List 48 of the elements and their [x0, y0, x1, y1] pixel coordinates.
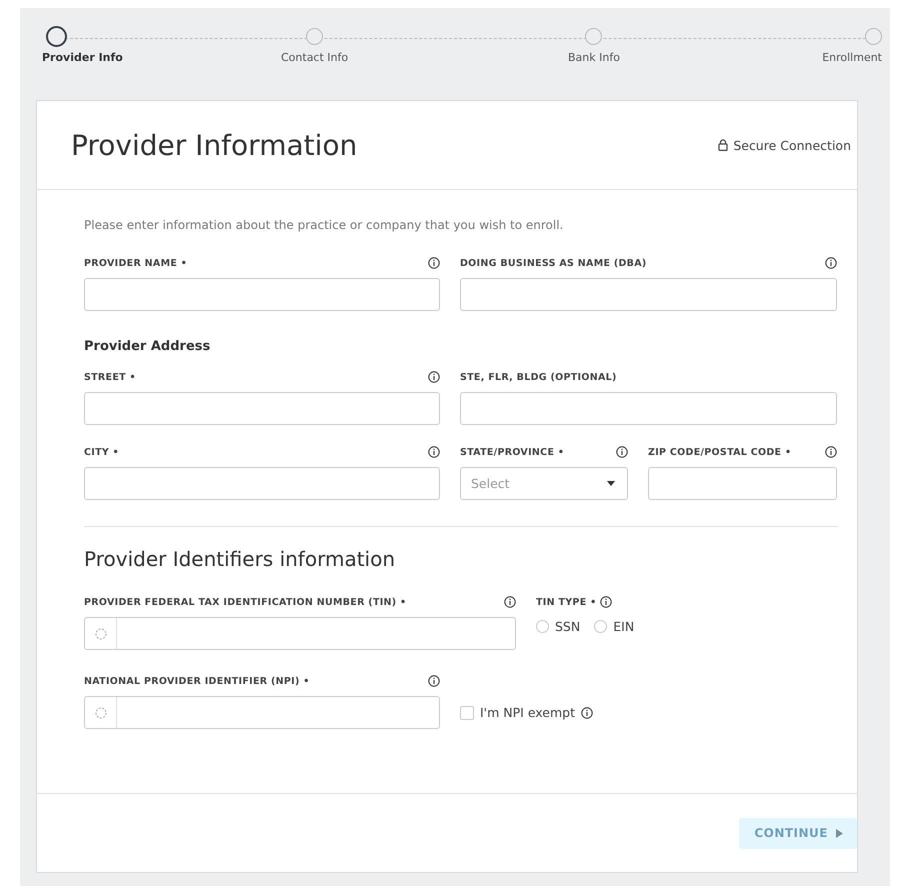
field-label: PROVIDER NAME • [84, 258, 188, 268]
intro-text: Please enter information about the practice or company that you wish to enroll. [84, 218, 564, 232]
field-label: NATIONAL PROVIDER IDENTIFIER (NPI) • [84, 676, 310, 686]
info-icon[interactable] [428, 257, 440, 269]
text-field[interactable] [460, 392, 837, 425]
field-label: PROVIDER FEDERAL TAX IDENTIFICATION NUMBER (TIN) • [84, 596, 406, 608]
field-label: STREET • [84, 372, 136, 382]
info-icon[interactable] [825, 257, 837, 269]
loading-spinner-icon [94, 706, 106, 718]
field-label: STATE/PROVINCE • [460, 446, 564, 458]
text-field[interactable] [648, 467, 837, 500]
info-icon[interactable] [428, 446, 440, 458]
checkbox[interactable] [460, 706, 474, 720]
info-icon[interactable] [581, 706, 594, 718]
caret-icon [607, 481, 615, 486]
section-heading: Provider Identifiers information [84, 547, 396, 571]
radio-label: EIN [613, 619, 634, 634]
step-label[interactable]: Enrollment [822, 51, 882, 64]
info-icon[interactable] [616, 446, 628, 458]
text-field[interactable] [84, 392, 440, 425]
step-label[interactable]: Bank Info [568, 51, 620, 64]
text-field[interactable] [460, 278, 837, 311]
loading-spinner-icon [94, 628, 106, 640]
field-label: TIN TYPE • [536, 596, 596, 608]
radio-button[interactable] [536, 620, 549, 633]
info-icon[interactable] [428, 675, 440, 687]
info-icon[interactable] [825, 446, 837, 458]
text-field[interactable] [84, 278, 440, 311]
text-field[interactable] [84, 696, 440, 729]
step-label[interactable]: Provider Info [42, 51, 123, 64]
field-label: CITY • [84, 446, 120, 458]
secure-connection-label: Secure Connection [733, 138, 851, 152]
radio-button[interactable] [594, 620, 608, 633]
caret-icon [836, 828, 843, 838]
checkbox-label: I'm NPI exempt [480, 705, 576, 720]
info-icon[interactable] [600, 596, 612, 608]
radio-label: SSN [555, 619, 580, 634]
field-label: STE, FLR, BLDG (OPTIONAL) [460, 372, 617, 382]
page-title: Provider Information [71, 128, 358, 162]
section-heading: Provider Address [84, 339, 212, 354]
text-field[interactable] [84, 617, 516, 650]
step-label[interactable]: Contact Info [281, 51, 348, 64]
lock-icon [718, 139, 728, 151]
field-label: DOING BUSINESS AS NAME (DBA) [460, 258, 647, 268]
info-icon[interactable] [428, 371, 440, 383]
field-label: ZIP CODE/POSTAL CODE • [648, 446, 792, 458]
info-icon[interactable] [504, 596, 516, 608]
text-field[interactable] [84, 467, 440, 500]
